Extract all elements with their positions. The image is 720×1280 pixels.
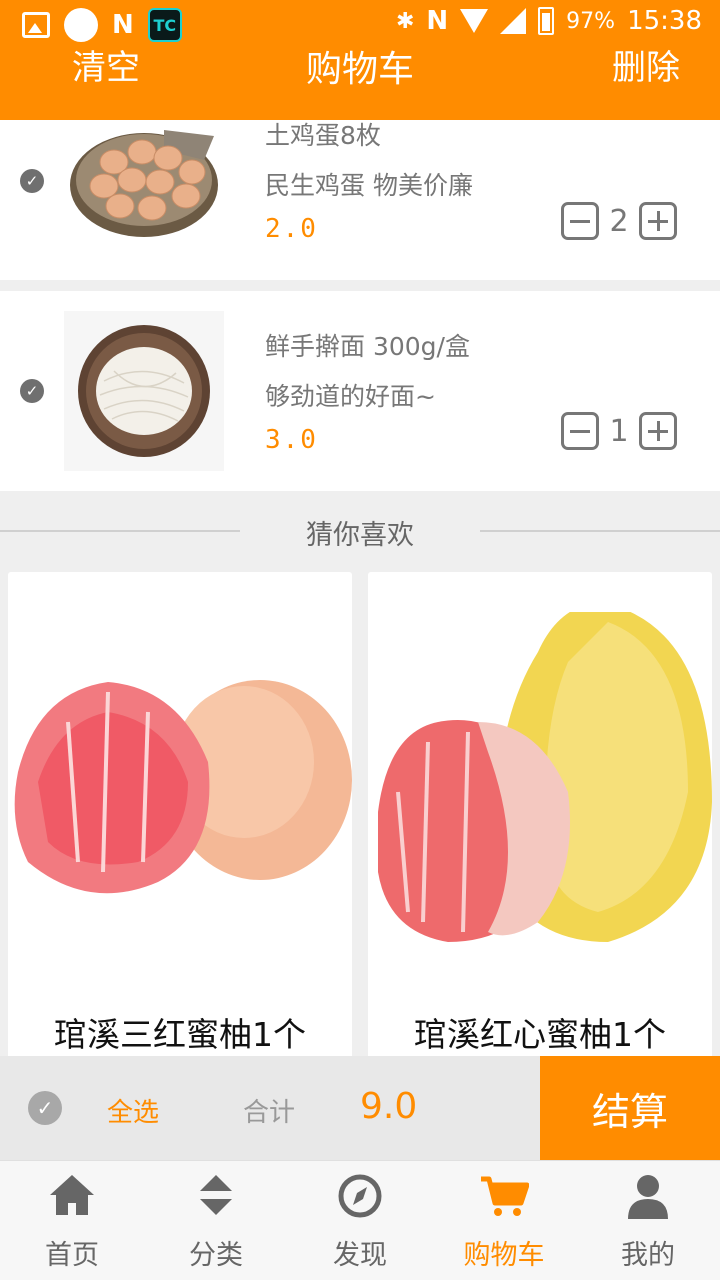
decrement-button[interactable] (561, 202, 599, 240)
tab-label: 我的 (621, 1240, 675, 1271)
circle-notification-icon (64, 8, 98, 42)
cart-item: ✓ 鲜手擀面 300g/盒 够劲道的好面~ 3.0 1 (0, 291, 720, 491)
item-name: 土鸡蛋8枚 (265, 121, 381, 150)
tab-label: 发现 (333, 1240, 387, 1271)
image-notification-icon (22, 12, 50, 38)
recommend-title: 猜你喜欢 (306, 520, 414, 551)
recommend-header: 猜你喜欢 (0, 491, 720, 571)
item-description: 够劲道的好面~ (265, 382, 436, 411)
bluetooth-icon: ✱ (395, 8, 415, 34)
item-price: 3.0 (265, 425, 318, 455)
total-label: 合计 (243, 1098, 296, 1128)
tab-cart[interactable]: 购物车 (432, 1161, 576, 1280)
item-price: 2.0 (265, 214, 318, 244)
divider (480, 530, 720, 532)
quantity-stepper: 1 (561, 412, 677, 450)
battery-icon (538, 7, 555, 35)
pomelo-image (14, 680, 352, 894)
item-checkbox[interactable]: ✓ (20, 169, 44, 193)
tab-profile[interactable]: 我的 (576, 1161, 720, 1280)
product-card[interactable]: 琯溪三红蜜柚1个 (8, 572, 352, 1072)
pomelo-image (378, 612, 712, 942)
tc-app-icon: TC (147, 8, 182, 42)
sort-icon (200, 1175, 232, 1215)
n-notification-icon: N (112, 10, 134, 40)
clear-button[interactable]: 清空 (72, 40, 140, 89)
cart-summary-bar: ✓ 全选 合计 9.0 结算 (0, 1056, 720, 1160)
wifi-icon (460, 9, 489, 33)
app-header: N TC ✱ N 97% 15:38 清空 购物车 删除 (0, 0, 720, 120)
total-value: 9.0 (360, 1086, 418, 1127)
checkout-button[interactable]: 结算 (540, 1056, 720, 1160)
cart-icon (481, 1176, 529, 1216)
user-icon (628, 1175, 668, 1219)
nfc-icon: N (426, 6, 449, 36)
signal-icon (500, 8, 527, 34)
quantity-value: 2 (609, 203, 629, 239)
item-description: 民生鸡蛋 物美价廉 (265, 171, 473, 200)
bottom-tab-bar: 首页 分类 发现 购物车 我的 (0, 1160, 720, 1280)
compass-icon (338, 1174, 382, 1218)
increment-button[interactable] (639, 202, 677, 240)
tab-label: 首页 (45, 1240, 99, 1271)
quantity-value: 1 (609, 413, 629, 449)
select-all-label[interactable]: 全选 (107, 1092, 159, 1129)
tab-discover[interactable]: 发现 (288, 1161, 432, 1280)
quantity-stepper: 2 (561, 202, 677, 240)
tab-category[interactable]: 分类 (144, 1161, 288, 1280)
home-icon (50, 1175, 94, 1215)
tab-label: 分类 (189, 1240, 243, 1271)
eggs-image (70, 130, 218, 237)
item-name: 鲜手擀面 300g/盒 (265, 332, 470, 361)
tab-label: 购物车 (463, 1240, 545, 1271)
decrement-button[interactable] (561, 412, 599, 450)
noodles-image (64, 311, 224, 471)
product-card[interactable]: 琯溪红心蜜柚1个 (368, 572, 712, 1072)
product-name: 琯溪三红蜜柚1个 (54, 1015, 306, 1054)
delete-button[interactable]: 删除 (612, 40, 680, 89)
battery-percent: 97% (566, 8, 616, 34)
select-all-checkbox[interactable]: ✓ (28, 1091, 62, 1125)
tab-home[interactable]: 首页 (0, 1161, 144, 1280)
item-checkbox[interactable]: ✓ (20, 379, 44, 403)
increment-button[interactable] (639, 412, 677, 450)
clock: 15:38 (627, 6, 702, 36)
product-name: 琯溪红心蜜柚1个 (414, 1015, 666, 1054)
